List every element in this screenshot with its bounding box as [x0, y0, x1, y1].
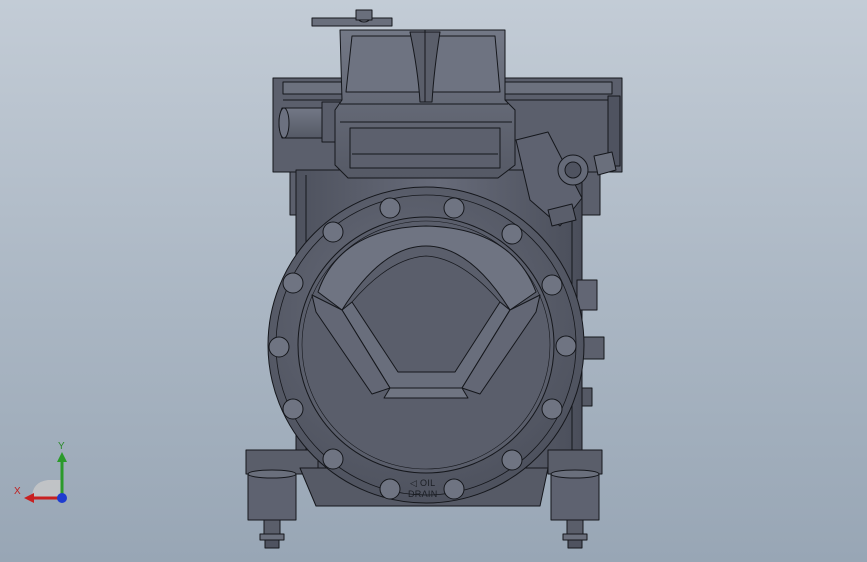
- flange-bolt: [282, 398, 304, 420]
- right-fitting-upper: [576, 279, 598, 311]
- triad-y-label: Y: [58, 441, 65, 452]
- flange-bolt: [322, 448, 344, 470]
- left-foot: [247, 473, 297, 521]
- flange-bolt: [322, 221, 344, 243]
- triad-axes: [24, 452, 67, 503]
- flange-bolt: [379, 197, 401, 219]
- flange-bolt: [443, 478, 465, 500]
- top-bracket: [311, 17, 393, 27]
- flange-bolt: [282, 272, 304, 294]
- cad-graphics-viewport[interactable]: ◁ OIL DRAIN Y X: [0, 0, 867, 562]
- flange-bolt: [379, 478, 401, 500]
- flange-bolt: [541, 398, 563, 420]
- z-axis-dot: [57, 493, 67, 503]
- flange-bolt: [555, 335, 577, 357]
- flange-bolt: [443, 197, 465, 219]
- flange-bolt: [268, 336, 290, 358]
- oil-drain-label-line1: ◁ OIL: [410, 478, 436, 488]
- reference-triad: Y X: [12, 440, 82, 510]
- oil-drain-label-line2: DRAIN: [408, 489, 438, 499]
- right-foot: [550, 473, 600, 521]
- triad-x-label: X: [14, 486, 21, 497]
- flange-bolt: [541, 274, 563, 296]
- flange-bolt: [501, 223, 523, 245]
- flange-bolt: [501, 449, 523, 471]
